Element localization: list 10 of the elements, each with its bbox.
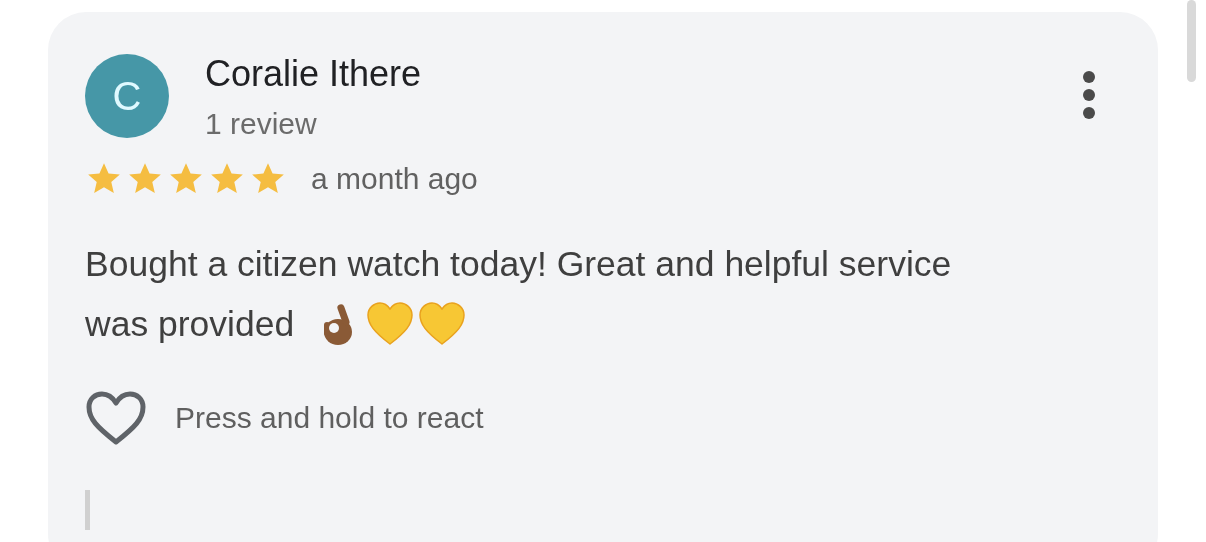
scrollbar[interactable] (1187, 0, 1196, 82)
avatar: C (85, 54, 169, 138)
review-count: 1 review (205, 106, 318, 142)
review-text: was provided (85, 303, 295, 346)
review-time: a month ago (311, 162, 478, 196)
more-options-icon[interactable] (1082, 70, 1096, 120)
author-name: Coralie Ithere (205, 52, 422, 96)
heart-icon[interactable] (85, 390, 147, 446)
react-hint: Press and hold to react (175, 401, 484, 435)
review-text: Bought a citizen watch today! Great and helpful service (85, 243, 952, 286)
